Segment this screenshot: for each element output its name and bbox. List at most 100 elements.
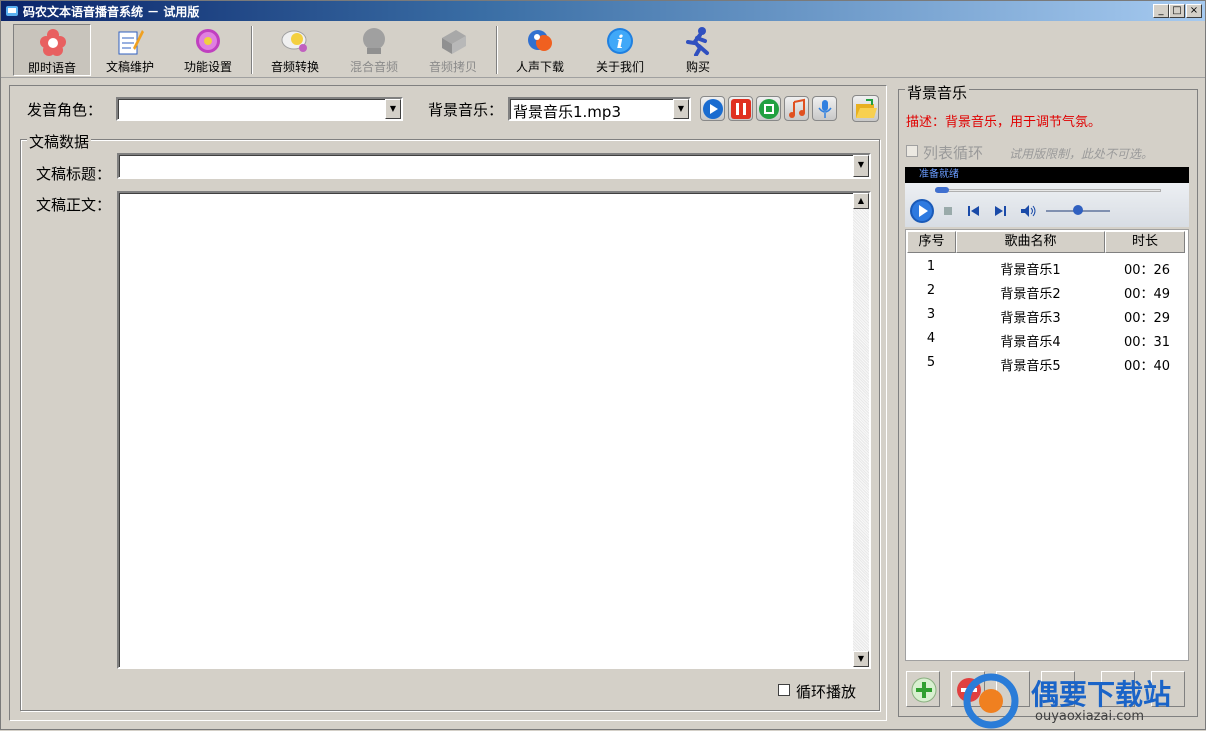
trial-note: 试用版限制，此处不可选。 bbox=[1009, 147, 1154, 161]
toolbar-separator bbox=[496, 26, 498, 74]
player-status-bar: 准备就绪 bbox=[905, 167, 1189, 183]
document-data-group-title: 文稿数据 bbox=[27, 131, 92, 152]
scroll-up-icon[interactable]: ▲ bbox=[853, 193, 869, 209]
toolbar-mix-audio-button[interactable]: 混合音频 bbox=[335, 24, 413, 76]
list-loop-checkbox bbox=[906, 145, 918, 157]
table-row[interactable]: 4 背景音乐4 00：31 bbox=[906, 327, 1188, 351]
row-name: 背景音乐3 bbox=[1000, 311, 1061, 326]
player-play-icon[interactable] bbox=[909, 198, 935, 224]
toolbar-voice-download-button[interactable]: 人声下载 bbox=[501, 24, 579, 76]
close-button[interactable]: × bbox=[1186, 4, 1202, 18]
watermark-logo bbox=[963, 673, 1019, 729]
toolbar-document-maintain-button[interactable]: 文稿维护 bbox=[91, 24, 169, 76]
row-no: 1 bbox=[926, 259, 936, 274]
window-title: 码农文本语音播音系统 － 试用版 bbox=[23, 5, 200, 19]
app-window: 码农文本语音播音系统 － 试用版 _ □ × 即时语音 文稿维护 功能设置 音频… bbox=[0, 0, 1206, 730]
mix-audio-icon bbox=[363, 28, 385, 54]
media-player: 准备就绪 bbox=[905, 167, 1189, 227]
player-stop-icon[interactable] bbox=[943, 206, 953, 216]
table-row[interactable]: 5 背景音乐5 00：40 bbox=[906, 351, 1188, 375]
toolbar-about-button[interactable]: i 关于我们 bbox=[581, 24, 659, 76]
document-title-label: 文稿标题： bbox=[36, 165, 112, 183]
pause-button[interactable] bbox=[728, 96, 753, 121]
scroll-down-icon[interactable]: ▼ bbox=[853, 651, 869, 667]
player-status: 准备就绪 bbox=[919, 169, 959, 180]
document-body-scrollbar[interactable]: ▲ ▼ bbox=[853, 193, 869, 667]
row-duration: 00：40 bbox=[1123, 359, 1171, 374]
volume-icon[interactable] bbox=[1020, 204, 1038, 218]
document-title-select[interactable]: ▼ bbox=[117, 153, 871, 179]
bgm-select[interactable]: 背景音乐1.mp3 ▼ bbox=[508, 97, 691, 121]
play-button[interactable] bbox=[700, 96, 725, 121]
toolbar-label: 混合音频 bbox=[349, 60, 398, 74]
table-row[interactable]: 1 背景音乐1 00：26 bbox=[906, 255, 1188, 279]
open-folder-button[interactable] bbox=[852, 95, 879, 122]
column-header-duration[interactable]: 时长 bbox=[1105, 231, 1185, 253]
minimize-button[interactable]: _ bbox=[1153, 4, 1169, 18]
toolbar-label: 音频拷贝 bbox=[428, 60, 477, 74]
player-seek-bar[interactable] bbox=[935, 189, 1161, 192]
row-name: 背景音乐5 bbox=[1000, 359, 1061, 374]
row-duration: 00：29 bbox=[1123, 311, 1171, 326]
row-no: 3 bbox=[926, 307, 936, 322]
music-note-icon bbox=[789, 98, 805, 118]
toolbar-label: 功能设置 bbox=[183, 60, 232, 74]
toolbar-label: 关于我们 bbox=[595, 60, 644, 74]
watermark: 偶要下载站 ouyaoxiazai.com bbox=[961, 669, 1206, 731]
toolbar-label: 文稿维护 bbox=[105, 60, 154, 74]
gear-icon bbox=[196, 29, 220, 53]
loop-play-checkbox[interactable] bbox=[778, 684, 790, 696]
watermark-text: 偶要下载站 bbox=[1031, 678, 1172, 711]
player-previous-icon[interactable] bbox=[967, 205, 981, 217]
audio-convert-icon bbox=[281, 30, 307, 52]
toolbar-label: 即时语音 bbox=[27, 61, 76, 75]
runner-icon bbox=[686, 27, 709, 56]
player-seek-thumb[interactable] bbox=[935, 187, 949, 193]
document-body-textarea[interactable]: ▲ ▼ bbox=[117, 191, 871, 669]
row-no: 4 bbox=[926, 331, 936, 346]
toolbar-separator bbox=[251, 26, 253, 74]
toolbar-settings-button[interactable]: 功能设置 bbox=[169, 24, 247, 76]
maximize-button[interactable]: □ bbox=[1169, 4, 1185, 18]
voice-role-label: 发音角色： bbox=[27, 101, 103, 119]
toolbar-instant-voice-button[interactable]: 即时语音 bbox=[13, 24, 91, 76]
toolbar-audio-convert-button[interactable]: 音频转换 bbox=[256, 24, 334, 76]
voice-download-icon bbox=[528, 30, 552, 51]
row-duration: 00：26 bbox=[1123, 263, 1171, 278]
microphone-button[interactable] bbox=[812, 96, 837, 121]
app-icon bbox=[6, 6, 18, 16]
toolbar-label: 人声下载 bbox=[515, 60, 564, 74]
play-icon bbox=[703, 99, 723, 119]
add-song-button[interactable] bbox=[906, 671, 940, 707]
column-header-no[interactable]: 序号 bbox=[907, 231, 956, 253]
chevron-down-icon[interactable]: ▼ bbox=[385, 99, 401, 119]
bgm-description: 描述：背景音乐，用于调节气氛。 bbox=[906, 115, 1102, 130]
chevron-down-icon[interactable]: ▼ bbox=[673, 99, 689, 119]
column-header-name[interactable]: 歌曲名称 bbox=[956, 231, 1105, 253]
chevron-down-icon[interactable]: ▼ bbox=[853, 155, 869, 177]
toolbar-label: 音频转换 bbox=[270, 60, 319, 74]
toolbar-buy-button[interactable]: 购买 bbox=[659, 24, 737, 76]
stop-button[interactable] bbox=[756, 96, 781, 121]
voice-role-select[interactable]: ▼ bbox=[116, 97, 403, 121]
document-edit-icon bbox=[118, 30, 144, 55]
toolbar-audio-copy-button[interactable]: 音频拷贝 bbox=[414, 24, 492, 76]
bgm-list: 序号 歌曲名称 时长 1 背景音乐1 00：26 2 背景音乐2 00：49 3 背景音乐… bbox=[905, 229, 1189, 661]
flower-icon bbox=[40, 29, 66, 56]
stop-icon bbox=[759, 99, 779, 119]
table-row[interactable]: 2 背景音乐2 00：49 bbox=[906, 279, 1188, 303]
bgm-value: 背景音乐1.mp3 bbox=[513, 103, 621, 121]
toolbar: 即时语音 文稿维护 功能设置 音频转换 混合音频 音频拷贝 人声下载 i 关于我… bbox=[1, 22, 1205, 78]
table-row[interactable]: 3 背景音乐3 00：29 bbox=[906, 303, 1188, 327]
title-bar: 码农文本语音播音系统 － 试用版 _ □ × bbox=[1, 1, 1205, 21]
volume-thumb[interactable] bbox=[1073, 205, 1083, 215]
watermark-url: ouyaoxiazai.com bbox=[1035, 709, 1144, 724]
info-icon: i bbox=[607, 28, 633, 54]
player-next-icon[interactable] bbox=[993, 205, 1007, 217]
row-duration: 00：49 bbox=[1123, 287, 1171, 302]
row-name: 背景音乐1 bbox=[1000, 263, 1061, 278]
music-button[interactable] bbox=[784, 96, 809, 121]
loop-play-label: 循环播放 bbox=[796, 683, 857, 701]
folder-open-icon bbox=[856, 99, 877, 118]
row-no: 2 bbox=[926, 283, 936, 298]
